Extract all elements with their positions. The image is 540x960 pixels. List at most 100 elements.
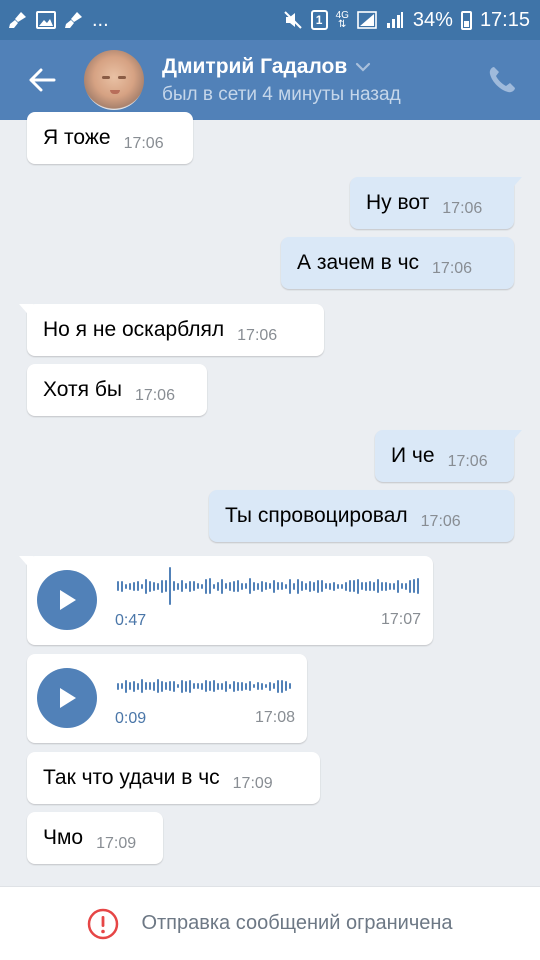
waveform-bar [141,583,143,589]
waveform-bar [341,583,343,589]
waveform-bar [249,578,251,594]
message-text: Ну вот [366,191,430,214]
waveform-bar [365,581,367,591]
waveform[interactable] [117,566,419,606]
chat-header: Дмитрий Гадалов был в сети 4 минуты наза… [0,40,540,120]
waveform-bar [125,583,127,589]
more-notifications: ... [92,8,109,31]
waveform-bar [213,680,215,692]
waveform-bar [289,578,291,594]
back-button[interactable] [0,40,84,120]
waveform-bar [225,680,227,692]
message-bubble-outgoing[interactable]: Ну вот 17:06 [350,177,522,229]
waveform-bar [305,582,307,590]
waveform-bar [273,683,275,689]
play-button[interactable] [37,570,97,630]
signal-icon [357,11,377,29]
waveform-bar [233,680,235,692]
message-time: 17:06 [420,513,461,530]
waveform-bar [361,582,363,590]
waveform-bar [149,682,151,690]
broom-icon [64,11,84,29]
waveform-bar [117,581,119,591]
status-bar: ... 1 4G ⇅ 34% 17:15 [0,0,540,40]
waveform-bar [337,583,339,589]
play-button[interactable] [37,668,97,728]
message-text: Так что удачи в чс [43,766,220,789]
waveform-bar [329,582,331,590]
waveform-bar [369,581,371,591]
waveform-bar [153,581,155,591]
play-icon [60,688,76,708]
waveform-bar [389,582,391,590]
message-bubble-incoming[interactable]: Но я не оскарблял 17:06 [19,304,324,356]
voice-message[interactable]: 0:47 17:07 [19,556,433,645]
waveform-bar [173,680,175,692]
clock: 17:15 [479,8,530,31]
waveform-bar [169,681,171,691]
waveform-bar [185,583,187,589]
message-bubble-outgoing[interactable]: Ты спровоцировал 17:06 [209,490,514,542]
waveform-bar [309,580,311,592]
waveform-bar [241,582,243,590]
waveform-bar [197,583,199,589]
waveform-bar [217,682,219,690]
waveform-bar [321,580,323,592]
waveform-bar [209,681,211,691]
message-bubble-incoming[interactable]: Я тоже 17:06 [27,112,193,164]
last-seen-status: был в сети 4 минуты назад [162,83,401,105]
call-button[interactable] [486,64,518,96]
alert-circle-icon [88,908,119,939]
waveform-bar [153,681,155,691]
waveform-bar [177,582,179,590]
waveform-bar [377,579,379,593]
message-bubble-outgoing[interactable]: А зачем в чс 17:06 [281,237,514,289]
waveform-bar [269,681,271,691]
waveform-bar [205,680,207,692]
waveform-bar [401,583,403,589]
waveform-bar [145,578,147,594]
waveform-bar [373,581,375,591]
waveform-bar [281,582,283,590]
waveform-bar [221,682,223,690]
waveform-bar [381,581,383,591]
waveform-bar [149,580,151,592]
waveform-bar [317,579,319,593]
waveform-bar [301,581,303,591]
voice-message[interactable]: 0:09 17:08 [27,654,307,743]
waveform-bar [161,579,163,593]
restriction-text: Отправка сообщений ограничена [141,912,453,934]
waveform-bar [417,578,419,594]
waveform-bar [141,679,143,693]
message-bubble-outgoing[interactable]: И че 17:06 [375,430,522,482]
waveform-bar [161,680,163,692]
image-icon [36,11,56,29]
message-text: И че [391,444,435,467]
message-time: 17:09 [96,835,137,852]
mute-icon [283,11,303,29]
waveform-bar [189,679,191,693]
contact-name: Дмитрий Гадалов [162,54,348,78]
message-bubble-incoming[interactable]: Хотя бы 17:06 [27,364,207,416]
voice-duration: 0:47 [115,612,147,629]
message-time: 17:06 [134,387,175,404]
message-text: Чмо [43,826,84,849]
waveform-bar [269,583,271,589]
waveform-bar [397,579,399,593]
avatar[interactable] [84,50,144,110]
waveform-bar [277,679,279,693]
waveform-bar [313,581,315,591]
waveform-bar [297,578,299,594]
contact-info[interactable]: Дмитрий Гадалов был в сети 4 минуты наза… [162,55,401,106]
waveform-bar [225,583,227,589]
message-time: 17:09 [232,775,273,792]
message-bubble-incoming[interactable]: Чмо 17:09 [27,812,163,864]
waveform-bar [177,684,179,688]
waveform-bar [241,681,243,691]
waveform-bar [325,583,327,589]
phone-icon [489,67,515,93]
message-bubble-incoming[interactable]: Так что удачи в чс 17:09 [27,752,320,804]
arrow-left-icon [29,68,56,92]
waveform[interactable] [117,666,291,706]
message-text: А зачем в чс [297,251,420,274]
